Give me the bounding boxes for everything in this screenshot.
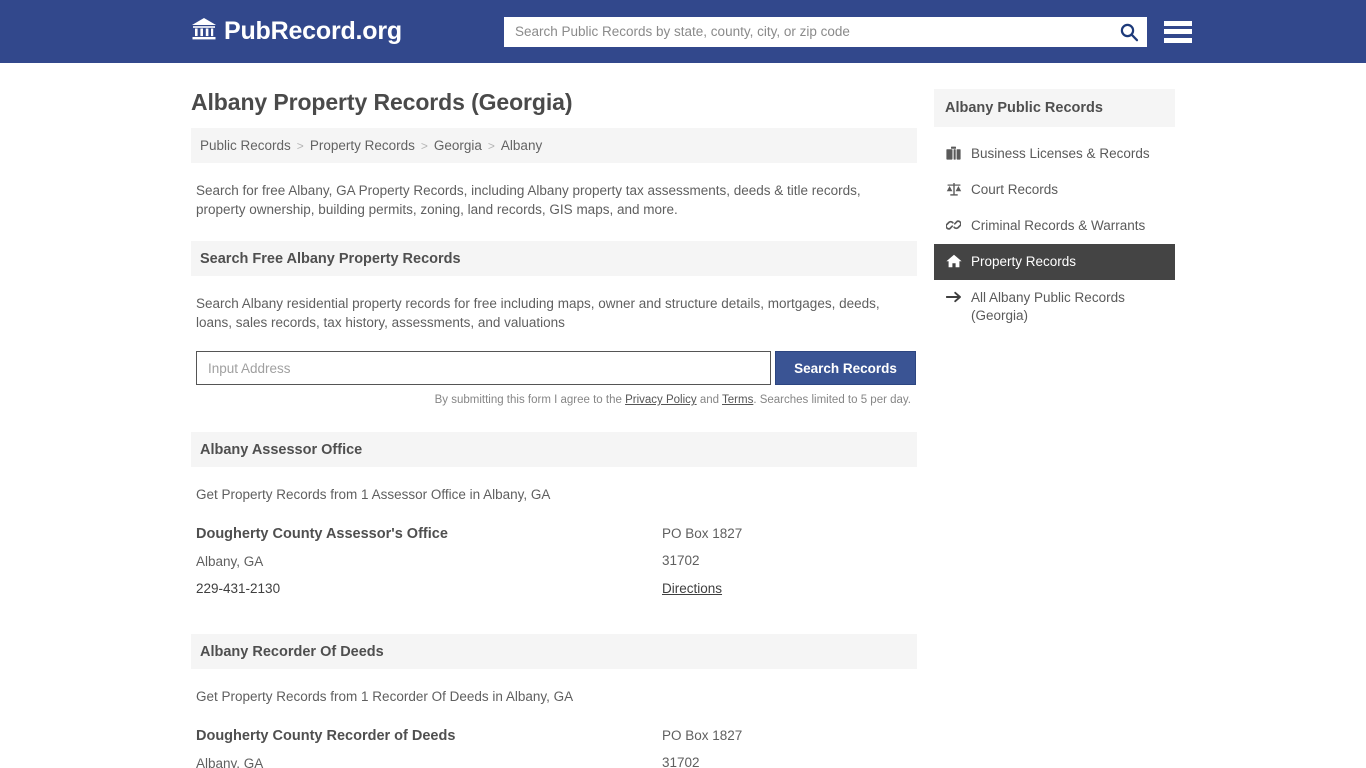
office-address: PO Box 1827	[662, 526, 743, 541]
office-entry-recorder: Dougherty County Recorder of Deeds Alban…	[196, 728, 917, 768]
office-entry-assessor: Dougherty County Assessor's Office Alban…	[196, 526, 917, 608]
sidebar-item-all-public-records[interactable]: All Albany Public Records (Georgia)	[934, 280, 1175, 334]
page-container: Albany Property Records (Georgia) Public…	[0, 63, 1366, 768]
site-logo[interactable]: PubRecord.org	[191, 17, 402, 46]
scales-of-justice-icon	[945, 181, 962, 196]
office-right-column: PO Box 1827 31702 Directions	[662, 526, 912, 608]
section-description-recorder: Get Property Records from 1 Recorder Of …	[196, 689, 574, 704]
form-fineprint: By submitting this form I agree to the P…	[191, 394, 911, 406]
section-heading-recorder: Albany Recorder Of Deeds	[191, 634, 917, 669]
header-search-bar[interactable]	[503, 16, 1147, 47]
office-city-state: Albany, GA	[196, 756, 264, 768]
sidebar-item-label: Court Records	[971, 182, 1059, 197]
office-address: PO Box 1827	[662, 728, 743, 743]
sidebar-heading: Albany Public Records	[934, 89, 1175, 127]
fineprint-before: By submitting this form I agree to the	[434, 394, 626, 406]
office-phone: 229-431-2130	[196, 581, 281, 596]
sidebar-item-property-records[interactable]: Property Records	[934, 244, 1175, 280]
logo-text: PubRecord.org	[224, 17, 402, 45]
sidebar-item-label: Criminal Records & Warrants	[971, 218, 1146, 233]
breadcrumb-item-albany: Albany	[500, 138, 543, 153]
hamburger-bar	[1163, 20, 1192, 26]
office-zip: 31702	[662, 755, 700, 768]
breadcrumb: Public Records > Property Records > Geor…	[191, 128, 917, 163]
directions-link[interactable]: Directions	[662, 581, 722, 596]
page-title: Albany Property Records (Georgia)	[191, 89, 573, 115]
search-block-description: Search Albany residential property recor…	[196, 296, 880, 330]
hamburger-bar	[1163, 29, 1192, 34]
office-name: Dougherty County Recorder of Deeds	[196, 728, 456, 744]
home-icon	[945, 253, 962, 268]
office-zip: 31702	[662, 553, 700, 568]
breadcrumb-separator: >	[296, 138, 304, 153]
office-name: Dougherty County Assessor's Office	[196, 526, 448, 542]
search-icon[interactable]	[1111, 17, 1147, 47]
page-intro-text: Search for free Albany, GA Property Reco…	[196, 183, 861, 217]
breadcrumb-separator: >	[420, 138, 428, 153]
section-heading-assessor: Albany Assessor Office	[191, 432, 917, 467]
main-content: Albany Property Records (Georgia) Public…	[191, 63, 917, 768]
address-search-form: Search Records	[196, 351, 917, 385]
office-left-column: Dougherty County Assessor's Office Alban…	[196, 526, 662, 608]
terms-link[interactable]: Terms	[722, 394, 753, 406]
privacy-policy-link[interactable]: Privacy Policy	[625, 394, 697, 406]
sidebar-item-label: Property Records	[971, 254, 1077, 269]
sidebar-item-label: All Albany Public Records (Georgia)	[971, 290, 1125, 323]
breadcrumb-separator: >	[487, 138, 495, 153]
sidebar: Albany Public Records Business Licenses …	[934, 63, 1175, 768]
arrow-right-icon	[945, 289, 962, 304]
breadcrumb-item-public-records[interactable]: Public Records	[200, 138, 291, 153]
sidebar-item-business-licenses[interactable]: Business Licenses & Records	[934, 136, 1175, 172]
breadcrumb-item-georgia[interactable]: Georgia	[434, 138, 482, 153]
fineprint-after: . Searches limited to 5 per day.	[753, 394, 911, 406]
hamburger-menu-icon[interactable]	[1163, 19, 1192, 45]
sidebar-list: Business Licenses & Records Court Record…	[934, 136, 1175, 334]
office-city-state: Albany, GA	[196, 554, 264, 569]
header-search-input[interactable]	[503, 16, 1111, 47]
breadcrumb-item-property-records[interactable]: Property Records	[310, 138, 415, 153]
hamburger-bar	[1163, 37, 1192, 43]
bank-building-icon	[191, 17, 217, 46]
search-records-button[interactable]: Search Records	[775, 351, 916, 385]
fineprint-and: and	[696, 394, 723, 406]
briefcase-icon	[945, 145, 962, 160]
office-right-column: PO Box 1827 31702 Directions	[662, 728, 912, 768]
sidebar-item-criminal-records[interactable]: Criminal Records & Warrants	[934, 208, 1175, 244]
section-description-assessor: Get Property Records from 1 Assessor Off…	[196, 487, 551, 502]
search-block-heading: Search Free Albany Property Records	[191, 241, 917, 276]
handcuffs-icon	[945, 217, 962, 232]
site-header: PubRecord.org	[0, 0, 1366, 63]
office-left-column: Dougherty County Recorder of Deeds Alban…	[196, 728, 662, 768]
address-input[interactable]	[196, 351, 771, 385]
sidebar-item-label: Business Licenses & Records	[971, 146, 1150, 161]
sidebar-item-court-records[interactable]: Court Records	[934, 172, 1175, 208]
